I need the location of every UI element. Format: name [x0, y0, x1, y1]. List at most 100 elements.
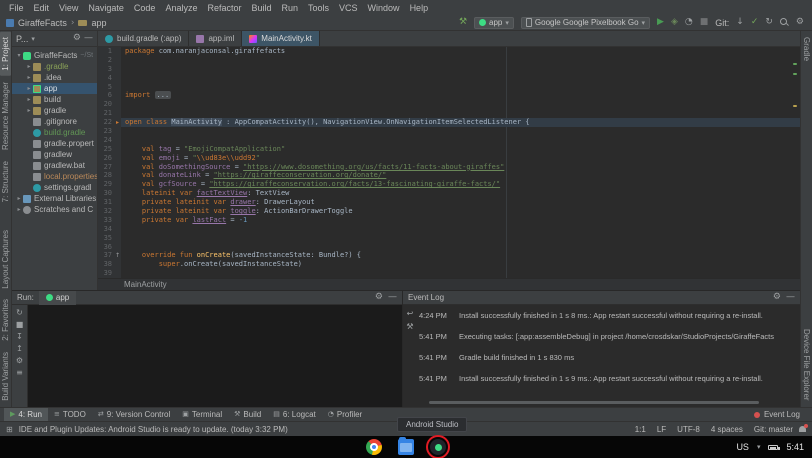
toolwindow-stripe-button[interactable]: Build Variants: [0, 347, 11, 406]
breadcrumb-class[interactable]: MainActivity: [124, 280, 167, 289]
status-widget[interactable]: Git: master: [754, 425, 793, 434]
stop-button[interactable]: ■: [700, 18, 709, 27]
status-widget[interactable]: 1:1: [635, 425, 646, 434]
line-number[interactable]: 35: [98, 234, 114, 243]
breadcrumb-module[interactable]: app: [91, 18, 106, 28]
line-number[interactable]: 36: [98, 243, 114, 252]
run-toolbar-icon[interactable]: ↥: [16, 345, 23, 353]
code-editor[interactable]: 1 package com.naranjaconsal.giraffefacts…: [98, 47, 800, 278]
panel-hide-icon[interactable]: —: [84, 34, 93, 43]
git-update-icon[interactable]: ↓: [736, 18, 744, 27]
menu-item[interactable]: View: [54, 3, 83, 13]
line-number[interactable]: 22: [98, 118, 114, 127]
toolwindow-stripe-button[interactable]: Resource Manager: [0, 77, 11, 155]
status-widget[interactable]: LF: [657, 425, 666, 434]
menu-item[interactable]: Analyze: [160, 3, 202, 13]
tree-chevron-icon[interactable]: ▸: [25, 96, 33, 103]
tree-item[interactable]: build.gradle: [12, 127, 97, 138]
tree-item[interactable]: gradlew.bat: [12, 160, 97, 171]
toolwindow-button[interactable]: ⚒ Build: [228, 408, 267, 422]
toolwindow-button[interactable]: ◔ Profiler: [322, 408, 368, 422]
chrome-icon[interactable]: [366, 439, 382, 455]
tree-item[interactable]: gradlew: [12, 149, 97, 160]
battery-icon[interactable]: [768, 445, 778, 450]
tree-item[interactable]: .gitignore: [12, 116, 97, 127]
git-refresh-icon[interactable]: ↻: [765, 18, 773, 27]
tree-item[interactable]: ▸ build: [12, 94, 97, 105]
tree-chevron-icon[interactable]: ▸: [25, 107, 33, 114]
panel-gear-icon[interactable]: ⚙: [375, 293, 383, 302]
menu-item[interactable]: Refactor: [202, 3, 246, 13]
device-dropdown[interactable]: Google Google Pixelbook Go ▾: [521, 17, 650, 29]
run-toolbar-icon[interactable]: ≡: [16, 369, 23, 377]
event-log-toolbar-icon[interactable]: ⚒: [406, 323, 413, 331]
tree-item[interactable]: settings.gradl: [12, 182, 97, 193]
tree-item[interactable]: ▸ app: [12, 83, 97, 94]
settings-gear-icon[interactable]: ⚙: [796, 18, 804, 27]
tree-item[interactable]: local.properties: [12, 171, 97, 182]
tree-item[interactable]: gradle.propert: [12, 138, 97, 149]
toolwindow-button[interactable]: ▤ 6: Logcat: [267, 408, 322, 422]
line-number[interactable]: 2: [98, 56, 114, 65]
editor-tab[interactable]: MainActivity.kt: [242, 31, 320, 46]
toolwindow-stripe-button[interactable]: Device File Explorer: [801, 324, 812, 406]
files-icon[interactable]: [398, 439, 414, 455]
line-number[interactable]: 1: [98, 47, 114, 56]
line-number[interactable]: 32: [98, 207, 114, 216]
tree-chevron-icon[interactable]: ▸: [15, 195, 23, 202]
tree-item[interactable]: ▾ GiraffeFacts ~/St: [12, 50, 97, 61]
debug-button[interactable]: ◈: [671, 18, 678, 27]
tree-item[interactable]: ▸ .idea: [12, 72, 97, 83]
toolwindow-button[interactable]: ▶ 4: Run: [4, 408, 48, 422]
android-studio-icon[interactable]: [430, 439, 446, 455]
run-configuration-dropdown[interactable]: app ▾: [474, 17, 514, 29]
menu-item[interactable]: Window: [363, 3, 405, 13]
line-number[interactable]: 28: [98, 171, 114, 180]
project-panel-title[interactable]: P...: [16, 34, 28, 44]
run-toolbar-icon[interactable]: ⚙: [16, 357, 23, 365]
tree-chevron-icon[interactable]: ▸: [25, 63, 33, 70]
menu-item[interactable]: Navigate: [83, 3, 129, 13]
editor-tab[interactable]: app.iml: [189, 31, 242, 46]
tree-chevron-icon[interactable]: ▸: [25, 74, 33, 81]
toolwindow-button[interactable]: ≡ TODO: [48, 408, 92, 422]
status-widget[interactable]: UTF-8: [677, 425, 700, 434]
line-number[interactable]: 38: [98, 260, 114, 269]
toolwindow-stripe-button[interactable]: 2: Favorites: [0, 294, 11, 346]
line-number[interactable]: 26: [98, 154, 114, 163]
line-number[interactable]: 25: [98, 145, 114, 154]
line-number[interactable]: 5: [98, 83, 114, 92]
menu-item[interactable]: File: [4, 3, 29, 13]
run-toolbar-icon[interactable]: ↻: [16, 309, 23, 317]
tree-item[interactable]: ▸ Scratches and C: [12, 204, 97, 215]
line-number[interactable]: 6: [98, 91, 114, 100]
toolwindow-button[interactable]: ⇄ 9: Version Control: [92, 408, 176, 422]
keyboard-layout-indicator[interactable]: US: [736, 442, 749, 452]
line-number[interactable]: 23: [98, 127, 114, 136]
event-log-toolbar-icon[interactable]: ↩: [407, 310, 414, 318]
menu-item[interactable]: Help: [405, 3, 434, 13]
line-number[interactable]: 39: [98, 269, 114, 278]
build-hammer-icon[interactable]: ⚒: [459, 18, 467, 27]
panel-minimize-icon[interactable]: —: [388, 293, 397, 302]
run-toolbar-icon[interactable]: ■: [16, 321, 24, 329]
breadcrumb-project[interactable]: GiraffeFacts: [18, 18, 67, 28]
line-number[interactable]: 20: [98, 100, 114, 109]
toolwindow-toggle-icon[interactable]: ⊞: [6, 425, 13, 434]
clock[interactable]: 5:41: [786, 442, 804, 452]
line-number[interactable]: 33: [98, 216, 114, 225]
line-number[interactable]: 30: [98, 189, 114, 198]
git-commit-icon[interactable]: ✓: [751, 18, 759, 27]
run-toolbar-icon[interactable]: ↧: [16, 333, 23, 341]
toolwindow-button[interactable]: ▣ Terminal: [176, 408, 228, 422]
line-number[interactable]: 37: [98, 251, 114, 260]
panel-gear-icon[interactable]: ⚙: [73, 34, 81, 43]
tree-chevron-icon[interactable]: ▾: [15, 52, 23, 59]
horizontal-scrollbar[interactable]: [429, 401, 759, 404]
panel-gear-icon[interactable]: ⚙: [773, 293, 781, 302]
line-number[interactable]: 34: [98, 225, 114, 234]
status-message[interactable]: IDE and Plugin Updates: Android Studio i…: [19, 425, 288, 434]
line-number[interactable]: 4: [98, 74, 114, 83]
line-number[interactable]: 27: [98, 163, 114, 172]
line-number[interactable]: 24: [98, 136, 114, 145]
